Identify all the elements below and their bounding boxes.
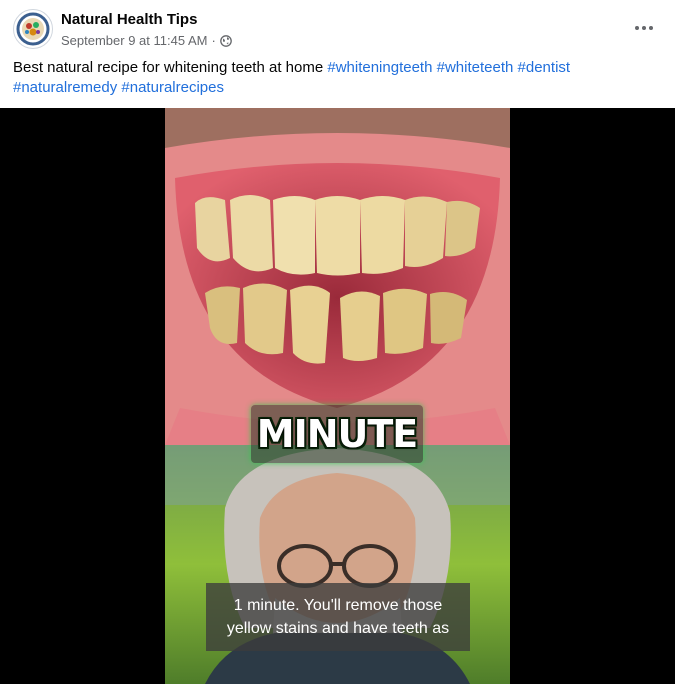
- post-caption: Best natural recipe for whitening teeth …: [13, 58, 643, 98]
- video-overlay-caption: MINUTE: [251, 405, 423, 463]
- page-avatar[interactable]: [13, 9, 53, 49]
- page-name-link[interactable]: Natural Health Tips: [61, 11, 197, 28]
- video-frame[interactable]: MINUTE 1 minute. You'll remove those yel…: [165, 108, 510, 684]
- video-subtitle: 1 minute. You'll remove those yellow sta…: [206, 583, 470, 651]
- post-timestamp[interactable]: September 9 at 11:45 AM: [61, 33, 207, 48]
- meta-separator: ·: [211, 33, 216, 48]
- post-meta: September 9 at 11:45 AM ·: [61, 33, 232, 48]
- more-options-icon: [635, 26, 653, 30]
- globe-icon[interactable]: [219, 34, 232, 47]
- hashtag-link[interactable]: #dentist: [518, 59, 571, 76]
- subtitle-line: yellow stains and have teeth as: [226, 620, 450, 637]
- hashtag-link[interactable]: #naturalremedy: [13, 79, 117, 96]
- hashtag-link[interactable]: #whiteteeth: [437, 59, 514, 76]
- hashtag-link[interactable]: #naturalrecipes: [121, 79, 224, 96]
- video-player[interactable]: MINUTE 1 minute. You'll remove those yel…: [0, 108, 675, 684]
- caption-text: Best natural recipe for whitening teeth …: [13, 59, 328, 76]
- subtitle-line: 1 minute. You'll remove those: [233, 597, 443, 614]
- post-header: Natural Health Tips September 9 at 11:45…: [0, 0, 675, 58]
- more-options-button[interactable]: [628, 12, 660, 44]
- hashtag-link[interactable]: #whiteningteeth: [327, 59, 432, 76]
- avatar-logo-icon: [15, 11, 51, 47]
